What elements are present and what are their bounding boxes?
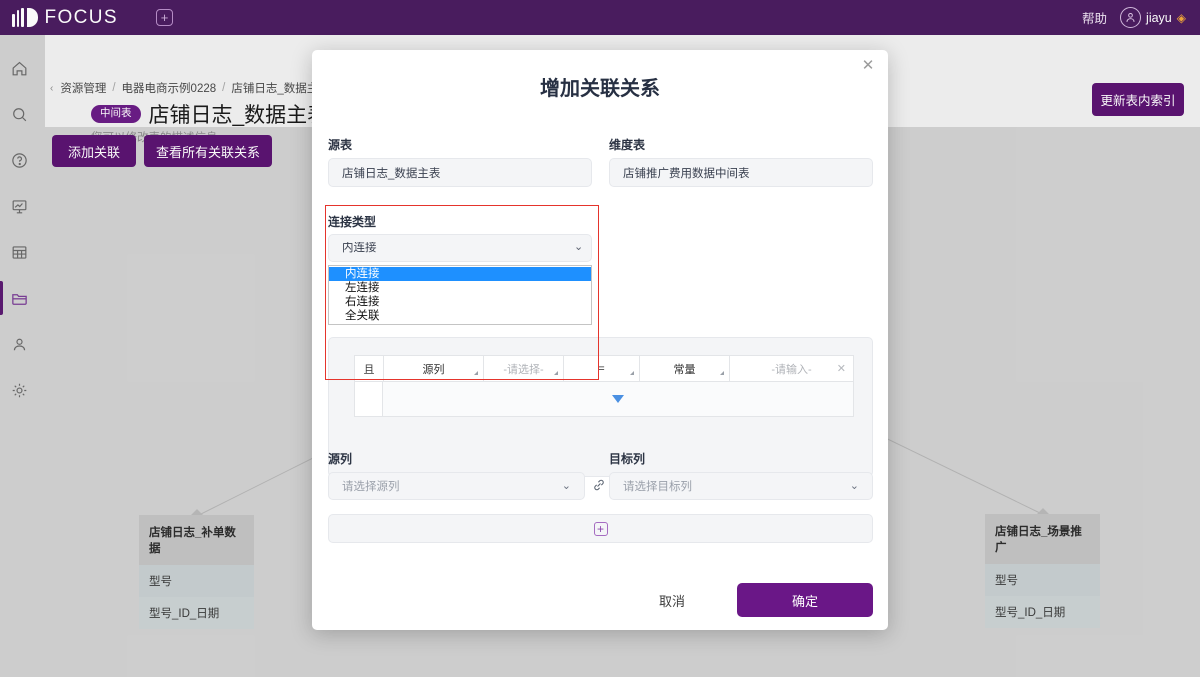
filter-expand-area[interactable] <box>383 382 853 416</box>
triangle-down-icon[interactable] <box>612 395 624 403</box>
join-type-option[interactable]: 内连接 <box>329 267 591 281</box>
add-column-pair-button[interactable]: + <box>328 514 873 543</box>
source-column-select[interactable]: 请选择源列 ⌄ <box>328 472 585 500</box>
source-column-placeholder: 请选择源列 <box>342 481 400 493</box>
add-relation-dialog: ✕ 增加关联关系 源表 店铺日志_数据主表 维度表 店铺推广费用数据中间表 连接… <box>312 50 888 630</box>
close-icon[interactable]: ✕ <box>837 363 846 375</box>
join-type-label: 连接类型 <box>328 215 377 229</box>
source-column-label: 源列 <box>328 452 353 466</box>
filter-table: 且 源列 -请选择- = 常量 -请输入- ✕ <box>354 355 854 417</box>
cancel-button[interactable]: 取消 <box>642 585 702 615</box>
app-root: FOCUS + 帮助 jiayu ◈ ‹ 资源管理 / 电器电商示例0228 /… <box>0 0 1200 677</box>
join-type-select[interactable]: 内连接左连接右连接全关联 <box>328 234 592 262</box>
filter-panel: 且 源列 -请选择- = 常量 -请输入- ✕ <box>328 337 873 477</box>
dimension-table-value: 店铺推广费用数据中间表 <box>609 158 873 187</box>
chevron-down-icon: ⌄ <box>561 480 571 492</box>
filter-body-row <box>355 382 853 416</box>
dialog-title: 增加关联关系 <box>540 78 660 100</box>
filter-col-value-type[interactable]: 常量 <box>639 356 729 381</box>
filter-col-operator-select[interactable]: -请选择- <box>483 356 563 381</box>
join-type-dropdown[interactable]: 内连接 左连接 右连接 全关联 <box>328 265 592 325</box>
target-column-select[interactable]: 请选择目标列 ⌄ <box>609 472 873 500</box>
confirm-button[interactable]: 确定 <box>737 583 873 617</box>
link-icon[interactable] <box>592 478 606 492</box>
filter-header-row: 且 源列 -请选择- = 常量 -请输入- ✕ <box>355 356 853 382</box>
filter-col-value-input[interactable]: -请输入- ✕ <box>729 356 853 381</box>
filter-col-comparator[interactable]: = <box>563 356 639 381</box>
filter-and-label: 且 <box>355 356 383 381</box>
target-column-label: 目标列 <box>609 452 646 466</box>
chevron-down-icon: ⌄ <box>849 480 859 492</box>
source-table-value: 店铺日志_数据主表 <box>328 158 592 187</box>
plus-icon: + <box>593 521 608 536</box>
join-type-option[interactable]: 左连接 <box>329 281 591 295</box>
join-type-option[interactable]: 右连接 <box>329 295 591 309</box>
filter-body-gutter <box>355 382 383 416</box>
target-column-placeholder: 请选择目标列 <box>623 481 692 493</box>
join-type-option[interactable]: 全关联 <box>329 309 591 323</box>
source-table-label: 源表 <box>328 138 353 152</box>
dimension-table-label: 维度表 <box>609 138 646 152</box>
filter-col-source[interactable]: 源列 <box>383 356 483 381</box>
